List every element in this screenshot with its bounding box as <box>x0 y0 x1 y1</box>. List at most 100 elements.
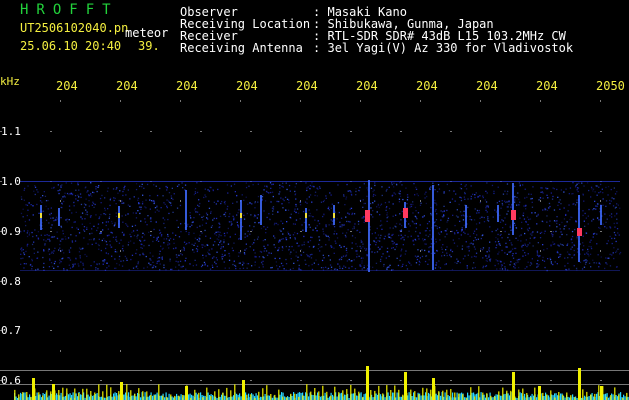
noise-pixel <box>509 264 511 266</box>
noise-pixel <box>410 264 412 266</box>
noise-pixel <box>518 266 520 269</box>
noise-pixel <box>573 249 575 252</box>
noise-pixel <box>583 260 585 262</box>
noise-pixel <box>122 250 124 252</box>
noise-pixel <box>388 201 390 203</box>
noise-pixel <box>176 185 179 187</box>
noise-pixel <box>479 217 481 219</box>
noise-pixel <box>321 246 323 248</box>
baseline-cyan <box>459 393 461 400</box>
noise-pixel <box>494 264 496 267</box>
noise-pixel <box>617 248 619 250</box>
noise-pixel <box>617 232 619 234</box>
noise-pixel <box>609 214 611 217</box>
noise-pixel <box>183 246 185 249</box>
noise-pixel <box>92 202 95 205</box>
grid-dot <box>360 250 361 252</box>
noise-pixel <box>497 263 499 265</box>
noise-pixel <box>465 241 467 243</box>
noise-pixel <box>414 255 417 257</box>
baseline-yellow <box>274 394 276 400</box>
noise-pixel <box>463 231 465 233</box>
noise-pixel <box>298 264 300 267</box>
baseline-yellow <box>590 394 592 400</box>
baseline-cyan <box>15 396 17 400</box>
x-tick-label: 204 <box>536 79 558 93</box>
noise-pixel <box>416 193 418 195</box>
noise-pixel <box>308 209 310 211</box>
noise-pixel <box>33 190 35 192</box>
noise-pixel <box>274 246 276 249</box>
noise-pixel <box>472 267 474 269</box>
noise-pixel <box>189 212 191 214</box>
baseline-yellow <box>546 394 548 400</box>
noise-pixel <box>388 236 390 238</box>
baseline-yellow <box>302 395 304 400</box>
noise-pixel <box>495 259 497 261</box>
noise-pixel <box>204 188 206 190</box>
noise-pixel <box>282 233 284 235</box>
noise-pixel <box>77 199 79 202</box>
noise-pixel <box>583 266 586 268</box>
noise-pixel <box>356 229 359 231</box>
noise-pixel <box>426 227 428 229</box>
noise-pixel <box>283 268 285 270</box>
noise-pixel <box>52 236 54 238</box>
noise-pixel <box>362 199 364 201</box>
noise-pixel <box>609 202 611 205</box>
noise-pixel <box>42 256 44 259</box>
noise-pixel <box>521 221 523 223</box>
baseline-yellow <box>330 395 332 400</box>
noise-pixel <box>345 236 347 238</box>
baseline-cyan <box>176 393 178 400</box>
noise-pixel <box>440 219 442 221</box>
noise-pixel <box>211 257 214 259</box>
noise-pixel <box>137 261 139 263</box>
grid-dot <box>360 100 361 102</box>
x-tick-label: 204 <box>476 79 498 93</box>
baseline-cyan <box>296 394 298 400</box>
grid-dot <box>200 281 202 282</box>
noise-pixel <box>373 240 375 242</box>
noise-pixel <box>22 249 24 251</box>
noise-pixel <box>479 201 481 204</box>
noise-pixel <box>281 249 284 251</box>
noise-pixel <box>434 267 437 269</box>
noise-pixel <box>124 255 126 258</box>
noise-pixel <box>84 253 86 256</box>
baseline-yellow <box>414 391 416 400</box>
noise-pixel <box>425 191 427 193</box>
noise-pixel <box>328 206 330 208</box>
noise-pixel <box>399 259 401 262</box>
noise-pixel <box>314 191 317 193</box>
baseline-yellow <box>90 391 92 400</box>
noise-pixel <box>26 214 28 217</box>
noise-pixel <box>316 225 318 227</box>
noise-pixel <box>154 211 156 213</box>
noise-pixel <box>105 224 107 227</box>
noise-pixel <box>34 186 37 188</box>
noise-pixel <box>294 238 296 240</box>
noise-pixel <box>510 242 512 244</box>
noise-pixel <box>506 201 508 203</box>
echo-streak <box>185 190 187 230</box>
noise-pixel <box>306 202 308 204</box>
noise-pixel <box>587 215 589 217</box>
grid-dot <box>540 350 541 352</box>
noise-pixel <box>170 204 172 207</box>
grid-dot <box>180 300 181 302</box>
grid-dot <box>420 350 421 352</box>
noise-pixel <box>106 234 109 237</box>
grid-dot <box>540 250 541 252</box>
noise-pixel <box>345 198 347 200</box>
noise-pixel <box>254 261 256 263</box>
noise-pixel <box>104 259 106 261</box>
noise-pixel <box>157 257 159 259</box>
noise-pixel <box>140 220 142 222</box>
noise-pixel <box>526 216 529 218</box>
noise-pixel <box>509 227 512 229</box>
noise-pixel <box>114 251 116 253</box>
noise-pixel <box>552 263 554 266</box>
noise-pixel <box>428 251 430 253</box>
baseline-yellow <box>410 389 412 400</box>
